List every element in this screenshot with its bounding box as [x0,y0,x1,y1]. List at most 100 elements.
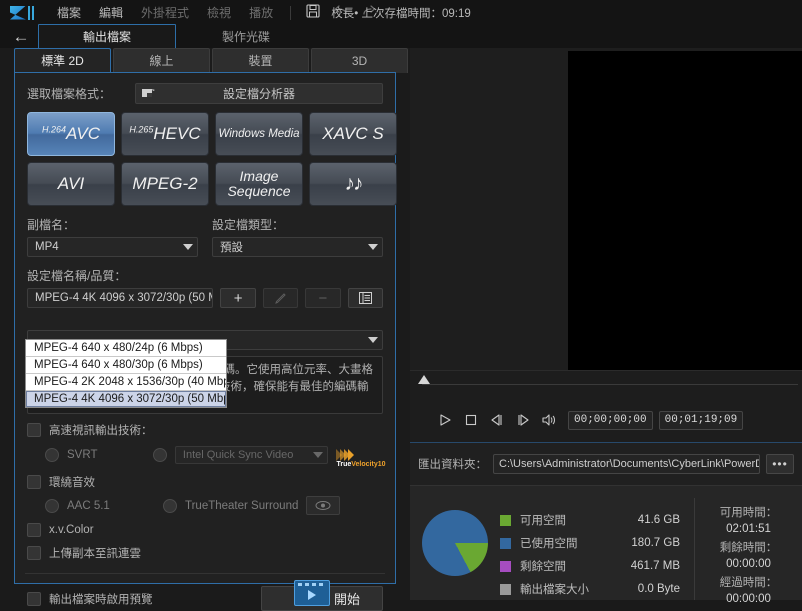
surround-options-row: AAC 5.1 TrueTheater Surround [15,496,395,515]
quicksync-select[interactable]: Intel Quick Sync Video [174,446,329,464]
elapsed-time-value: 00:00:00 [726,593,771,605]
xvcolor-row: x.v.Color [15,523,395,537]
dropdown-option[interactable]: MPEG-4 2K 2048 x 1536/30p (40 Mbps) [26,374,226,391]
add-profile-button[interactable]: + [220,288,256,308]
dropdown-option[interactable]: MPEG-4 640 x 480/24p (6 Mbps) [26,340,226,357]
menu-item-edit[interactable]: 編輯 [90,1,132,24]
format-button-avc[interactable]: H.264AVC [27,112,115,156]
profile-type-label: 設定檔類型： [212,218,285,232]
quality-label: 設定檔名稱/品質： [27,269,127,283]
output-folder-input[interactable]: C:\Users\Administrator\Documents\CyberLi… [493,454,760,474]
legend-swatch-free [500,514,511,526]
truevelocity-logo-icon: TrueVelocity10 [336,444,386,468]
disk-usage-panel: 可用空間 41.6 GB 已使用空間 180.7 GB 剩餘空間 461.7 M… [410,485,802,605]
truetheater-label: TrueTheater Surround [185,499,299,512]
format-button-windows-media[interactable]: Windows Media [215,112,303,156]
legend-value-remaining: 461.7 MB [630,560,680,572]
dropdown-option-selected[interactable]: MPEG-4 4K 4096 x 3072/30p (50 Mbps) [26,391,226,407]
format-button-mpeg2[interactable]: MPEG-2 [121,162,209,206]
save-floppy-icon[interactable] [303,3,323,22]
tab-online[interactable]: 線上 [113,48,210,73]
extension-label: 副檔名： [27,218,76,232]
video-preview[interactable] [568,51,802,370]
back-arrow-icon[interactable]: ← [4,28,38,45]
legend-value-output: 0.0 Byte [637,583,680,595]
extension-field-group: 副檔名： MP4 [27,206,198,257]
menu-item-play[interactable]: 播放 [240,1,282,24]
transport-controls: 00;00;00;00 00;01;19;09 [410,398,802,443]
profile-analyzer-label: 設定檔分析器 [222,87,295,101]
tab-standard-2d[interactable]: 標準 2D [14,48,111,73]
extension-select[interactable]: MP4 [27,237,198,257]
next-frame-icon[interactable] [510,408,536,432]
format-mpeg2-label: MPEG-2 [132,174,198,194]
aac51-radio[interactable] [45,498,59,513]
enable-preview-checkbox[interactable] [27,591,41,606]
dropdown-option[interactable]: MPEG-4 640 x 480/30p (6 Mbps) [26,357,226,374]
menu-item-file[interactable]: 檔案 [48,1,90,24]
total-timecode[interactable]: 00;01;19;09 [658,410,744,430]
format-select-label: 選取檔案格式： [27,87,112,101]
menu-item-view[interactable]: 檢視 [198,1,240,24]
chevron-down-icon [368,337,378,343]
tab-create-disc[interactable]: 製作光碟 [222,28,270,45]
format-hevc-label: HEVC [153,124,201,144]
browse-ellipsis-icon[interactable]: ••• [766,454,794,474]
music-notes-icon: ♪♪ [344,171,364,195]
upload-cloud-checkbox[interactable] [27,546,41,560]
pie-chart [422,510,488,576]
menu-bar: 檔案 編輯 外掛程式 檢視 播放 校長• 上次存檔時間：09:19 [0,0,802,25]
xvcolor-checkbox[interactable] [27,523,41,537]
eye-preview-icon[interactable] [306,496,341,515]
stop-icon[interactable] [458,408,484,432]
remove-profile-button[interactable]: − [305,288,341,308]
chevron-down-icon [313,452,324,458]
time-info-panel: 可用時間： 02:01:51 剩餘時間： 00:00:00 經過時間： 00:0… [694,498,802,605]
surround-label: 環繞音效 [49,477,95,489]
format-avc-label: AVC [66,124,101,144]
menu-item-plugins[interactable]: 外掛程式 [132,1,198,24]
format-button-audio[interactable]: ♪♪ [309,162,397,206]
profile-type-select[interactable]: 預設 [212,237,383,257]
tab-3d[interactable]: 3D [311,48,408,73]
quality-select[interactable]: MPEG-4 4K 4096 x 3072/30p (50 Mb... [27,288,214,308]
format-select-row: 選取檔案格式： 設定檔分析器 [15,73,395,104]
format-button-xavc-s[interactable]: XAVC S [309,112,397,156]
start-row: 輸出檔案時啟用預覽 開始 [15,580,395,611]
start-button[interactable]: 開始 [261,580,383,611]
standard-2d-panel: 選取檔案格式： 設定檔分析器 H.264AVC H.265HEVC Window… [14,72,397,611]
redo-arrow-icon[interactable] [359,4,379,22]
current-timecode[interactable]: 00;00;00;00 [568,410,653,430]
aac51-label: AAC 5.1 [67,499,110,512]
produce-settings-pane: 標準 2D 線上 裝置 3D 選取檔案格式： 設定檔分析器 H.264AVC H… [0,48,410,611]
svrt-label: SVRT [67,449,98,461]
timeline-scrubber[interactable] [410,370,802,399]
format-button-image-sequence[interactable]: Image Sequence [215,162,303,206]
legend-row: 可用空間 41.6 GB [500,512,694,528]
fast-video-render-row: 高速視訊輸出技術： [15,422,395,438]
module-bar: ← 輸出檔案 製作光碟 [0,24,802,49]
previous-frame-icon[interactable] [484,408,510,432]
tab-device[interactable]: 裝置 [212,48,309,73]
legend-label-remaining: 剩餘空間 [520,561,566,573]
undo-arrow-icon[interactable] [331,4,351,22]
edit-profile-button[interactable] [262,288,299,308]
format-button-hevc[interactable]: H.265HEVC [121,112,209,156]
format-button-avi[interactable]: AVI [27,162,115,206]
playhead-marker-icon[interactable] [418,375,430,384]
tab-produce-file[interactable]: 輸出檔案 [38,24,176,49]
profile-analyzer-button[interactable]: 設定檔分析器 [135,83,383,104]
legend-label-free: 可用空間 [520,515,566,527]
volume-icon[interactable] [536,408,562,432]
truetheater-radio[interactable] [163,498,177,513]
quality-dropdown-list[interactable]: MPEG-4 640 x 480/24p (6 Mbps) MPEG-4 640… [25,339,227,408]
svrt-radio[interactable] [45,448,59,462]
available-time-label: 可用時間： [719,507,778,519]
quicksync-radio[interactable] [152,448,167,462]
play-icon[interactable] [432,408,458,432]
fast-video-checkbox[interactable] [27,423,41,437]
menu-divider [290,5,292,20]
surround-checkbox[interactable] [27,475,41,489]
profile-detail-button[interactable] [347,288,383,308]
surround-sound-row: 環繞音效 [15,474,395,490]
